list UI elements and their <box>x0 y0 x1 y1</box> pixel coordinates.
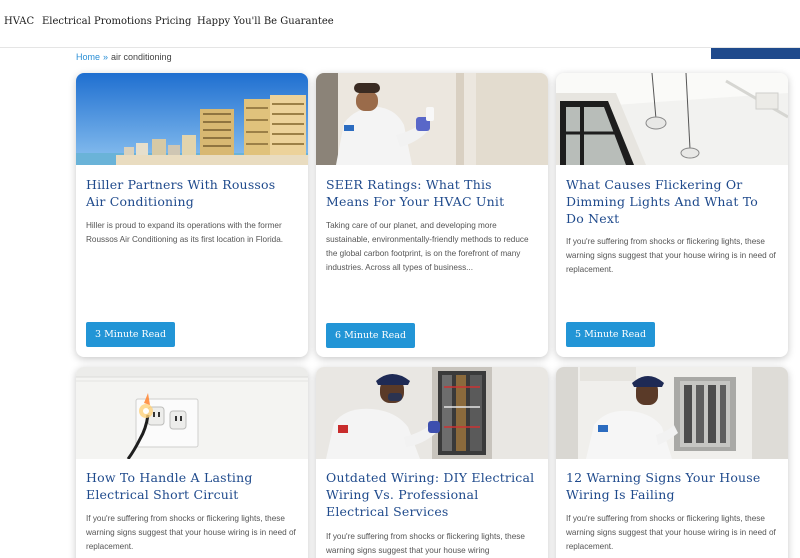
article-card[interactable]: How To Handle A Lasting Electrical Short… <box>76 367 308 558</box>
article-title[interactable]: SEER Ratings: What This Means For Your H… <box>326 176 538 210</box>
nav-item-promotions[interactable]: Promotions <box>94 16 152 27</box>
beach-condos-image[interactable] <box>76 73 308 165</box>
ceiling-lights-image[interactable] <box>556 73 788 165</box>
article-excerpt: If you're suffering from shocks or flick… <box>326 532 525 555</box>
article-title[interactable]: What Causes Flickering Or Dimming Lights… <box>566 176 778 227</box>
article-card[interactable]: What Causes Flickering Or Dimming Lights… <box>556 73 788 357</box>
article-excerpt: Taking care of our planet, and developin… <box>326 221 529 272</box>
breadcrumb-home-link[interactable]: Home <box>76 52 100 62</box>
article-card[interactable]: Hiller Partners With Roussos Air Conditi… <box>76 73 308 357</box>
top-navigation: HVAC Electrical Promotions Pricing Happy… <box>0 0 800 48</box>
article-excerpt: If you're suffering from shocks or flick… <box>86 514 296 551</box>
article-card[interactable]: 12 Warning Signs Your House Wiring Is Fa… <box>556 367 788 558</box>
electrician-panel-image[interactable] <box>316 367 548 459</box>
article-excerpt: If you're suffering from shocks or flick… <box>566 514 776 551</box>
electrician-breaker-image[interactable] <box>556 367 788 459</box>
breadcrumb-current: air conditioning <box>111 52 172 62</box>
breadcrumb: Home» air conditioning <box>76 52 172 62</box>
article-title[interactable]: Hiller Partners With Roussos Air Conditi… <box>86 176 298 210</box>
breadcrumb-separator: » <box>103 52 109 62</box>
header-accent-bar <box>711 48 800 59</box>
article-card[interactable]: SEER Ratings: What This Means For Your H… <box>316 73 548 357</box>
nav-item-hvac[interactable]: HVAC <box>4 16 34 27</box>
sparking-outlet-image[interactable] <box>76 367 308 459</box>
nav-item-guarantee[interactable]: Happy You'll Be Guarantee <box>197 16 334 27</box>
article-excerpt: If you're suffering from shocks or flick… <box>566 237 776 274</box>
technician-thermostat-image[interactable] <box>316 73 548 165</box>
article-title[interactable]: Outdated Wiring: DIY Electrical Wiring V… <box>326 469 538 520</box>
read-time-button[interactable]: 6 Minute Read <box>326 323 416 348</box>
read-time-button[interactable]: 5 Minute Read <box>566 322 656 347</box>
article-title[interactable]: How To Handle A Lasting Electrical Short… <box>86 469 298 503</box>
nav-item-electrical[interactable]: Electrical <box>42 16 91 27</box>
article-title[interactable]: 12 Warning Signs Your House Wiring Is Fa… <box>566 469 778 503</box>
nav-item-pricing[interactable]: Pricing <box>155 16 191 27</box>
article-excerpt: Hiller is proud to expand its operations… <box>86 221 284 244</box>
read-time-button[interactable]: 3 Minute Read <box>86 322 176 347</box>
article-card[interactable]: Outdated Wiring: DIY Electrical Wiring V… <box>316 367 548 558</box>
